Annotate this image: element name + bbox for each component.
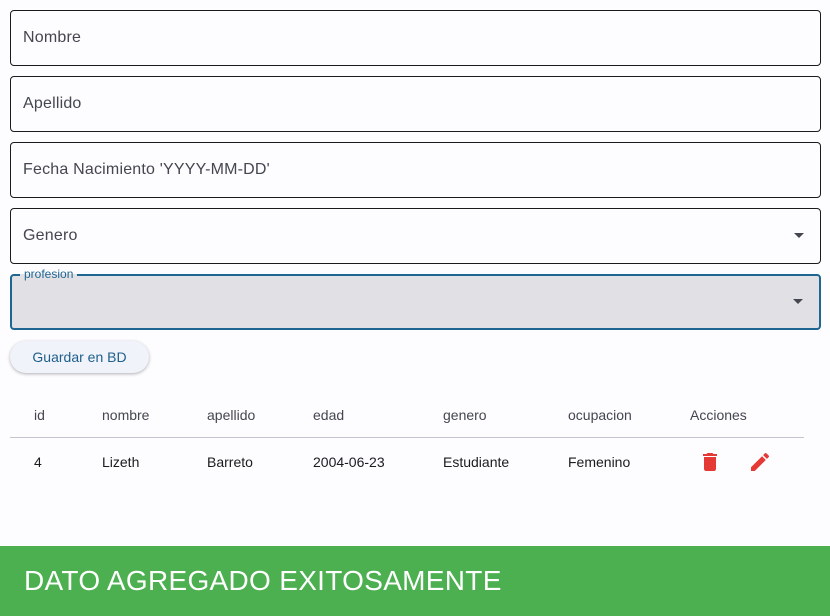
nombre-input[interactable]: Nombre — [10, 10, 821, 66]
genero-select[interactable]: Genero — [10, 208, 821, 264]
genero-placeholder: Genero — [23, 227, 78, 244]
pencil-icon[interactable] — [748, 450, 772, 474]
guardar-en-bd-button[interactable]: Guardar en BD — [10, 341, 149, 373]
dropdown-arrow-icon — [794, 233, 804, 238]
header-edad: edad — [313, 406, 345, 423]
snackbar-message: DATO AGREGADO EXITOSAMENTE — [24, 565, 502, 596]
cell-ocupacion: Femenino — [568, 454, 631, 470]
table-row: 4 Lizeth Barreto 2004-06-23 Estudiante F… — [10, 439, 804, 485]
nombre-placeholder: Nombre — [23, 29, 82, 46]
header-apellido: apellido — [207, 406, 256, 423]
profesion-select[interactable]: profesion — [10, 267, 821, 330]
cell-apellido: Barreto — [207, 454, 253, 470]
cell-edad: 2004-06-23 — [313, 454, 385, 470]
header-acciones: Acciones — [690, 406, 747, 423]
apellido-input[interactable]: Apellido — [10, 76, 821, 132]
fecha-nacimiento-placeholder: Fecha Nacimiento 'YYYY-MM-DD' — [23, 161, 270, 178]
header-genero: genero — [443, 406, 487, 423]
header-id: id — [34, 406, 45, 423]
cell-id: 4 — [34, 454, 42, 470]
cell-nombre: Lizeth — [102, 454, 140, 470]
dropdown-arrow-icon — [793, 299, 803, 304]
apellido-placeholder: Apellido — [23, 95, 82, 112]
table-header: id nombre apellido edad genero ocupacion… — [10, 392, 804, 438]
success-snackbar: DATO AGREGADO EXITOSAMENTE — [0, 546, 830, 616]
profesion-label: profesion — [20, 267, 78, 281]
header-nombre: nombre — [102, 406, 150, 423]
cell-genero: Estudiante — [443, 454, 510, 470]
trash-icon[interactable] — [698, 450, 722, 474]
header-ocupacion: ocupacion — [568, 406, 632, 423]
fecha-nacimiento-input[interactable]: Fecha Nacimiento 'YYYY-MM-DD' — [10, 142, 821, 198]
